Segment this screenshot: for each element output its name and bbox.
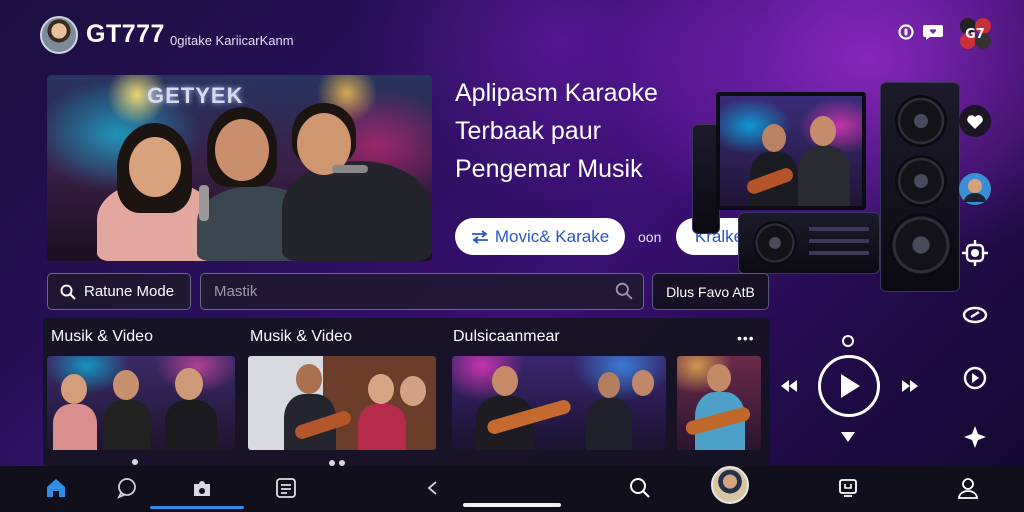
tv-screen [716, 92, 866, 210]
pager-dot[interactable] [132, 459, 138, 465]
previous-icon[interactable] [779, 376, 799, 396]
notification-icon[interactable] [896, 20, 916, 44]
play-button[interactable] [818, 355, 880, 417]
singer-man-guitar [282, 161, 432, 261]
chat-heart-icon[interactable] [920, 20, 946, 44]
section-title: Musik & Video [250, 328, 352, 345]
active-tab-indicator [150, 506, 244, 509]
music-note-icon [840, 332, 856, 348]
shield-play-icon[interactable] [958, 361, 992, 395]
user-avatar[interactable] [711, 466, 749, 504]
search-input[interactable]: Mastik [200, 273, 644, 310]
hero-sign-text: GETYEK [147, 83, 244, 108]
back-icon[interactable] [418, 476, 446, 500]
system-home-bar[interactable] [463, 503, 561, 507]
app-subtitle: 0gitake KariicarKanm [170, 33, 294, 48]
chat-icon[interactable] [113, 476, 141, 500]
profile-icon[interactable] [954, 476, 982, 500]
next-icon[interactable] [900, 376, 920, 396]
microphone [199, 185, 209, 221]
microphone [332, 165, 368, 173]
section-title: Dulsicaanmear [453, 328, 560, 345]
home-icon[interactable] [42, 476, 70, 500]
karaoke-mode-button[interactable]: Ratune Mode [47, 273, 191, 310]
playlist-icon[interactable] [272, 476, 300, 500]
chevron-down-icon[interactable] [840, 430, 856, 442]
app-brand: GT777 [86, 20, 165, 48]
video-thumbnail[interactable] [452, 356, 666, 450]
svg-text:G7: G7 [965, 27, 985, 42]
mic-settings-icon[interactable] [958, 236, 992, 270]
amplifier [738, 212, 880, 274]
play-icon [841, 374, 860, 398]
effects-icon[interactable] [958, 420, 992, 454]
swirl-icon[interactable] [958, 298, 992, 332]
app-badge-icon[interactable]: G7 [955, 16, 995, 50]
more-options-icon[interactable]: ••• [737, 330, 755, 346]
puzzle-icon[interactable] [188, 476, 216, 500]
or-separator: oon [638, 229, 662, 245]
search-icon[interactable] [626, 476, 654, 500]
speaker-tower [880, 82, 960, 292]
section-title: Musik & Video [51, 328, 153, 345]
hero-title: Aplipasm Karaoke Terbaak paur Pengemar M… [455, 79, 658, 183]
primary-cta-button[interactable]: Movic& Karake [455, 218, 625, 255]
video-thumbnail[interactable] [677, 356, 761, 450]
video-thumbnail[interactable] [47, 356, 235, 450]
heart-badge-icon[interactable] [958, 104, 992, 138]
favorites-button[interactable]: Dlus Favo AtB [652, 273, 769, 310]
tv-icon[interactable] [834, 476, 862, 500]
hero-banner-image[interactable]: GETYEK [47, 75, 432, 261]
user-avatar[interactable] [40, 16, 78, 54]
arrows-icon [471, 229, 488, 244]
search-icon [60, 284, 76, 300]
video-thumbnail[interactable] [248, 356, 436, 450]
artist-avatar[interactable] [958, 172, 992, 206]
search-icon [615, 282, 633, 300]
